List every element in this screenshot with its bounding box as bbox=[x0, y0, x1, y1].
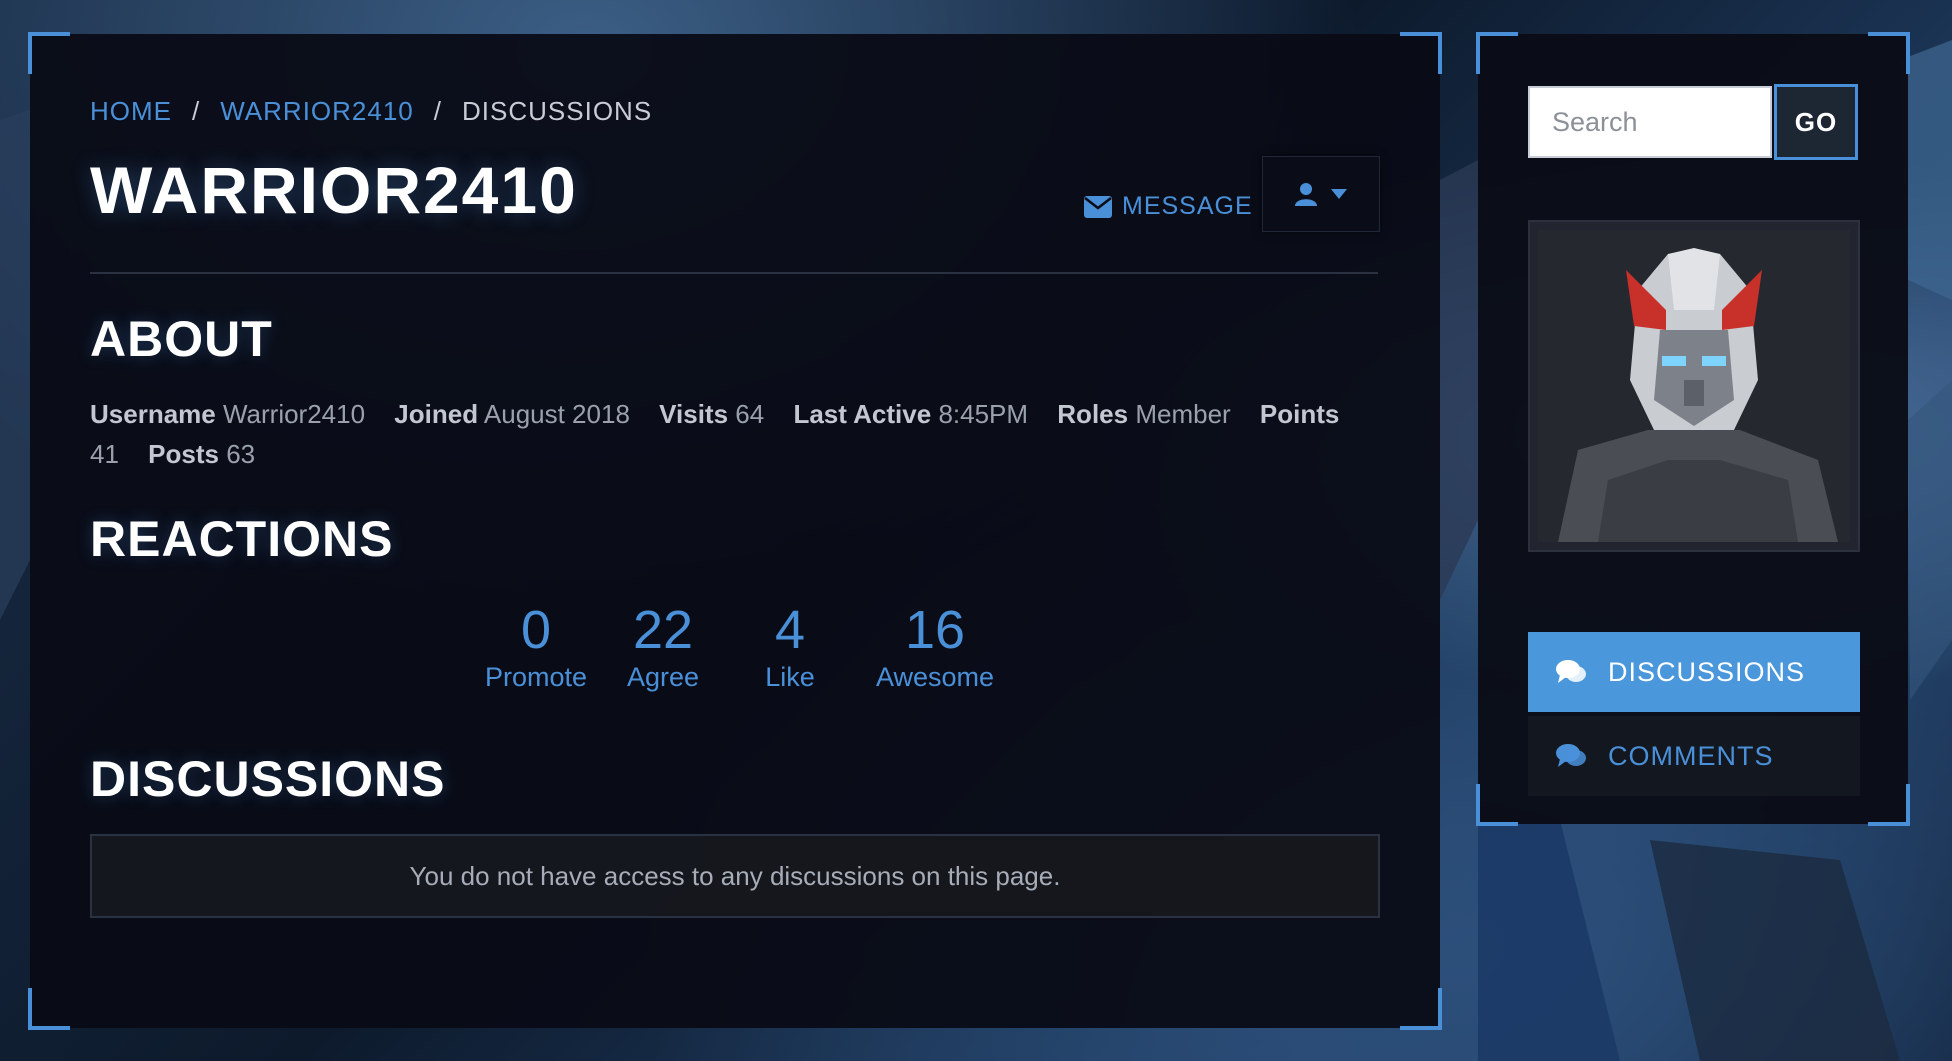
meta-label: Points bbox=[1259, 399, 1340, 429]
user-icon bbox=[1295, 183, 1317, 206]
corner-decoration bbox=[1868, 32, 1910, 74]
caret-down-icon bbox=[1331, 189, 1347, 199]
meta-label: Last Active bbox=[793, 399, 932, 429]
reaction-like[interactable]: 4 Like bbox=[730, 600, 850, 694]
reaction-count: 22 bbox=[632, 600, 694, 660]
comments-icon bbox=[1556, 744, 1586, 767]
meta-value: 64 bbox=[735, 399, 765, 429]
robot-avatar-image bbox=[1538, 230, 1850, 542]
meta-roles: Roles Member bbox=[1057, 399, 1230, 429]
sidebar-item-comments[interactable]: COMMENTS bbox=[1528, 716, 1860, 796]
reaction-count: 0 bbox=[520, 600, 552, 660]
breadcrumb: HOME / WARRIOR2410 / DISCUSSIONS bbox=[90, 96, 652, 127]
meta-last-active: Last Active 8:45PM bbox=[793, 399, 1028, 429]
about-heading: ABOUT bbox=[90, 311, 273, 367]
message-button[interactable]: MESSAGE bbox=[1084, 192, 1253, 221]
reaction-name: Awesome bbox=[875, 662, 995, 692]
meta-label: Visits bbox=[659, 399, 729, 429]
about-meta: Username Warrior2410 Joined August 2018 … bbox=[90, 394, 1390, 474]
reaction-name: Agree bbox=[626, 662, 700, 692]
discussions-heading: DISCUSSIONS bbox=[90, 751, 446, 807]
reactions-heading: REACTIONS bbox=[90, 511, 394, 567]
corner-decoration bbox=[1476, 32, 1518, 74]
breadcrumb-home-link[interactable]: HOME bbox=[90, 96, 172, 126]
meta-label: Roles bbox=[1057, 399, 1129, 429]
reaction-name: Like bbox=[765, 662, 815, 692]
reaction-agree[interactable]: 22 Agree bbox=[596, 600, 730, 694]
corner-decoration bbox=[1400, 32, 1442, 74]
user-options-dropdown[interactable] bbox=[1262, 156, 1380, 232]
meta-username: Username Warrior2410 bbox=[90, 399, 365, 429]
reaction-name: Promote bbox=[484, 662, 588, 692]
breadcrumb-separator: / bbox=[433, 96, 443, 126]
search-go-button[interactable]: GO bbox=[1774, 84, 1858, 160]
search-input[interactable] bbox=[1528, 86, 1772, 158]
sidebar-item-discussions[interactable]: DISCUSSIONS bbox=[1528, 632, 1860, 712]
page-title: WARRIOR2410 bbox=[90, 153, 578, 227]
meta-joined: Joined August 2018 bbox=[394, 399, 630, 429]
sidebar-item-label: COMMENTS bbox=[1608, 740, 1774, 771]
empty-message-text: You do not have access to any discussion… bbox=[409, 860, 1061, 891]
corner-decoration bbox=[28, 32, 70, 74]
meta-value: 41 bbox=[90, 439, 119, 469]
meta-value: Warrior2410 bbox=[222, 399, 366, 429]
comments-icon bbox=[1556, 660, 1586, 683]
breadcrumb-user-link[interactable]: WARRIOR2410 bbox=[220, 96, 414, 126]
reaction-count: 16 bbox=[904, 600, 966, 660]
meta-posts: Posts 63 bbox=[148, 439, 255, 469]
profile-panel: HOME / WARRIOR2410 / DISCUSSIONS WARRIOR2410… bbox=[28, 32, 1442, 1030]
meta-value: 8:45PM bbox=[938, 399, 1029, 429]
message-label: MESSAGE bbox=[1122, 192, 1253, 220]
meta-value: Member bbox=[1135, 399, 1231, 429]
envelope-icon bbox=[1084, 195, 1112, 218]
meta-value: 63 bbox=[226, 439, 256, 469]
empty-discussions-message: You do not have access to any discussion… bbox=[90, 834, 1380, 918]
corner-decoration bbox=[1476, 784, 1518, 826]
reactions-list: 0 Promote 22 Agree 4 Like 16 Awesome bbox=[476, 600, 1020, 694]
corner-decoration bbox=[1868, 784, 1910, 826]
reaction-awesome[interactable]: 16 Awesome bbox=[850, 600, 1020, 694]
meta-label: Joined bbox=[394, 399, 479, 429]
sidebar-panel: GO DISCUSSIONS bbox=[1476, 32, 1910, 826]
header-divider bbox=[90, 272, 1378, 274]
sidebar-item-label: DISCUSSIONS bbox=[1608, 656, 1806, 687]
meta-visits: Visits 64 bbox=[659, 399, 764, 429]
reaction-promote[interactable]: 0 Promote bbox=[476, 600, 596, 694]
breadcrumb-separator: / bbox=[192, 96, 201, 126]
meta-label: Username bbox=[90, 399, 216, 429]
meta-label: Posts bbox=[148, 439, 219, 469]
meta-value: August 2018 bbox=[483, 399, 630, 429]
breadcrumb-current: DISCUSSIONS bbox=[462, 96, 653, 126]
avatar bbox=[1528, 220, 1860, 552]
corner-decoration bbox=[1400, 988, 1442, 1030]
reaction-count: 4 bbox=[774, 600, 806, 660]
corner-decoration bbox=[28, 988, 70, 1030]
